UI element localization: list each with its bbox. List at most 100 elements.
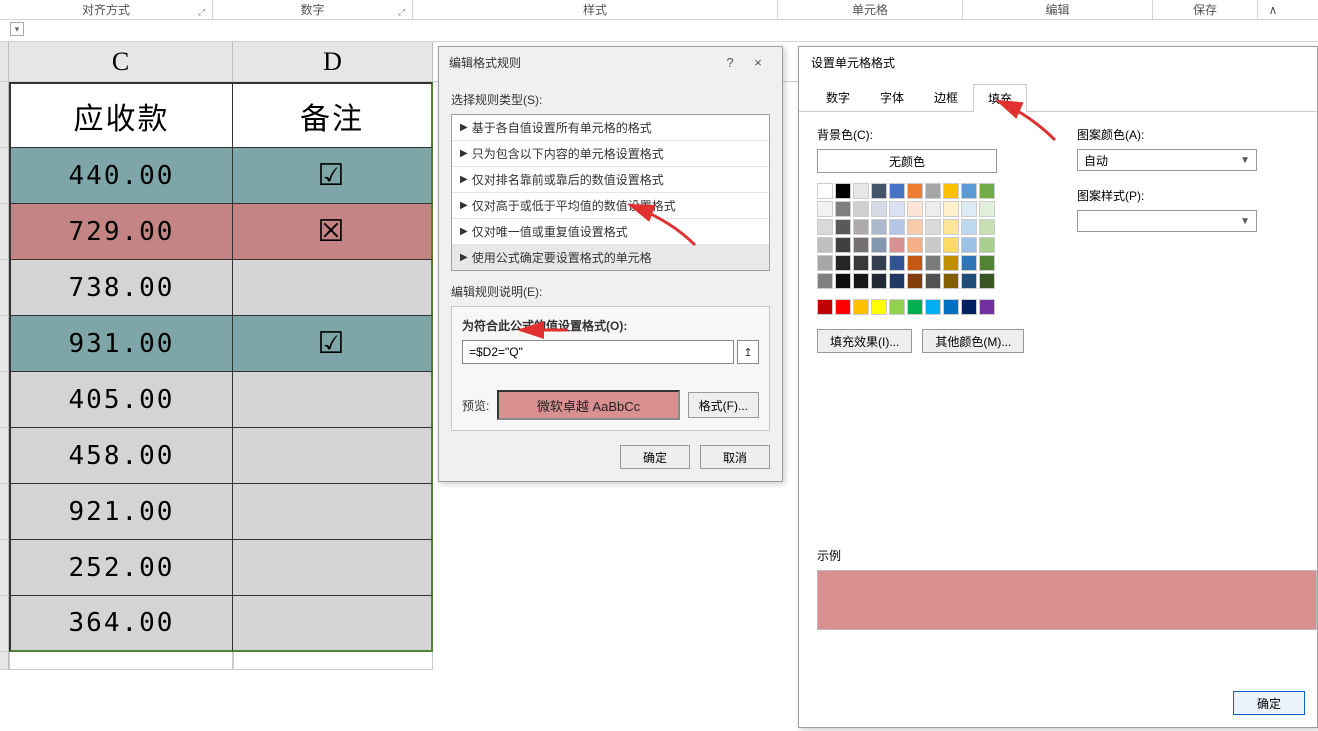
color-swatch[interactable]	[817, 299, 833, 315]
fill-effects-button[interactable]: 填充效果(I)...	[817, 329, 912, 353]
rule-type-item[interactable]: ▶只为包含以下内容的单元格设置格式	[452, 141, 769, 167]
cell-header-c[interactable]: 应收款	[9, 82, 233, 148]
more-colors-button[interactable]: 其他颜色(M)...	[922, 329, 1024, 353]
rule-type-item[interactable]: ▶使用公式确定要设置格式的单元格	[452, 245, 769, 270]
color-swatch[interactable]	[889, 201, 905, 217]
color-swatch[interactable]	[835, 273, 851, 289]
cell[interactable]: 931.00	[9, 316, 233, 372]
color-swatch[interactable]	[961, 183, 977, 199]
cell[interactable]: 440.00	[9, 148, 233, 204]
color-swatch[interactable]	[907, 237, 923, 253]
color-swatch[interactable]	[961, 237, 977, 253]
color-swatch[interactable]	[943, 183, 959, 199]
dialog-launcher-icon[interactable]: ⤢	[398, 7, 408, 17]
ribbon-group-align[interactable]: 对齐方式 ⤢	[0, 0, 213, 19]
color-swatch[interactable]	[889, 219, 905, 235]
dialog-titlebar[interactable]: 设置单元格格式	[799, 47, 1317, 77]
formula-bar[interactable]: ▾	[0, 20, 1318, 42]
row-header[interactable]	[0, 652, 9, 670]
tab-font[interactable]: 字体	[865, 83, 919, 111]
pattern-style-combo[interactable]: ▼	[1077, 210, 1257, 232]
cell[interactable]	[233, 260, 433, 316]
cell[interactable]	[233, 484, 433, 540]
cell[interactable]: 405.00	[9, 372, 233, 428]
rule-type-item[interactable]: ▶仅对排名靠前或靠后的数值设置格式	[452, 167, 769, 193]
cell[interactable]: 364.00	[9, 596, 233, 652]
row-header[interactable]	[0, 260, 9, 316]
col-header-d[interactable]: D	[233, 42, 433, 81]
color-swatch[interactable]	[979, 219, 995, 235]
cell[interactable]: 729.00	[9, 204, 233, 260]
color-swatch[interactable]	[853, 183, 869, 199]
color-swatch[interactable]	[835, 201, 851, 217]
color-swatch[interactable]	[853, 255, 869, 271]
cell[interactable]	[233, 428, 433, 484]
fx-icon[interactable]: ▾	[10, 22, 24, 36]
row-header[interactable]	[0, 484, 9, 540]
color-swatch[interactable]	[925, 183, 941, 199]
cell[interactable]	[233, 540, 433, 596]
color-swatch[interactable]	[871, 255, 887, 271]
color-swatch[interactable]	[871, 237, 887, 253]
color-swatch[interactable]	[871, 219, 887, 235]
row-header[interactable]	[0, 428, 9, 484]
format-button[interactable]: 格式(F)...	[688, 392, 759, 418]
cell-header-d[interactable]: 备注	[233, 82, 433, 148]
row-header[interactable]	[0, 540, 9, 596]
color-swatch[interactable]	[961, 255, 977, 271]
help-icon[interactable]: ?	[716, 55, 744, 70]
color-swatch[interactable]	[961, 219, 977, 235]
color-swatch[interactable]	[907, 201, 923, 217]
color-swatch[interactable]	[979, 183, 995, 199]
row-header[interactable]	[0, 596, 9, 652]
color-swatch[interactable]	[817, 183, 833, 199]
rule-type-item[interactable]: ▶基于各自值设置所有单元格的格式	[452, 115, 769, 141]
color-swatch[interactable]	[979, 273, 995, 289]
color-swatch[interactable]	[853, 201, 869, 217]
ribbon-group-style[interactable]: 样式	[413, 0, 778, 19]
color-swatch[interactable]	[835, 237, 851, 253]
color-swatch[interactable]	[943, 273, 959, 289]
cell[interactable]: ☒	[233, 204, 433, 260]
ok-button[interactable]: 确定	[620, 445, 690, 469]
rule-type-item[interactable]: ▶仅对高于或低于平均值的数值设置格式	[452, 193, 769, 219]
color-swatch[interactable]	[979, 299, 995, 315]
color-swatch[interactable]	[907, 255, 923, 271]
color-swatch[interactable]	[889, 273, 905, 289]
color-swatch[interactable]	[925, 255, 941, 271]
color-swatch[interactable]	[871, 183, 887, 199]
ribbon-group-edit[interactable]: 编辑	[963, 0, 1153, 19]
color-swatch[interactable]	[943, 237, 959, 253]
color-swatch[interactable]	[817, 273, 833, 289]
color-swatch[interactable]	[889, 255, 905, 271]
color-swatch[interactable]	[817, 201, 833, 217]
color-swatch[interactable]	[871, 273, 887, 289]
cell[interactable]	[233, 652, 433, 670]
formula-input[interactable]	[462, 340, 734, 364]
color-swatch[interactable]	[961, 273, 977, 289]
cell[interactable]	[233, 372, 433, 428]
row-header[interactable]	[0, 204, 9, 260]
color-swatch[interactable]	[835, 255, 851, 271]
rule-type-list[interactable]: ▶基于各自值设置所有单元格的格式▶只为包含以下内容的单元格设置格式▶仅对排名靠前…	[451, 114, 770, 271]
close-icon[interactable]: ×	[744, 55, 772, 70]
color-swatch[interactable]	[961, 201, 977, 217]
color-swatch[interactable]	[961, 299, 977, 315]
row-header[interactable]	[0, 82, 9, 148]
color-swatch[interactable]	[871, 201, 887, 217]
color-swatch[interactable]	[853, 299, 869, 315]
color-swatch[interactable]	[889, 183, 905, 199]
color-swatch[interactable]	[817, 255, 833, 271]
color-swatch[interactable]	[979, 255, 995, 271]
pattern-color-combo[interactable]: 自动 ▼	[1077, 149, 1257, 171]
cell[interactable]: ☑	[233, 316, 433, 372]
color-swatch[interactable]	[907, 219, 923, 235]
color-swatch[interactable]	[925, 299, 941, 315]
cell[interactable]	[9, 652, 233, 670]
color-swatch[interactable]	[943, 255, 959, 271]
rule-type-item[interactable]: ▶仅对唯一值或重复值设置格式	[452, 219, 769, 245]
color-swatch[interactable]	[853, 237, 869, 253]
color-swatch[interactable]	[889, 299, 905, 315]
tab-fill[interactable]: 填充	[973, 84, 1027, 112]
color-swatch[interactable]	[835, 299, 851, 315]
